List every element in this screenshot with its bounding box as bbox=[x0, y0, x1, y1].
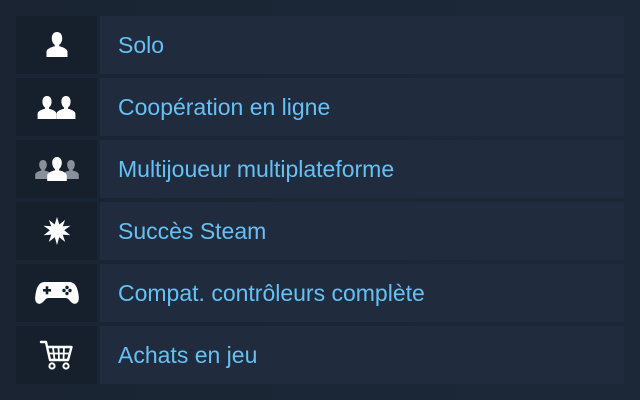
feature-icon-cell bbox=[16, 264, 97, 322]
gamepad-icon bbox=[34, 282, 79, 304]
feature-label-steam-achievements: Succès Steam bbox=[118, 217, 267, 244]
feature-label-cell: Compat. contrôleurs complète bbox=[100, 264, 624, 322]
feature-label-full-controller-support: Compat. contrôleurs complète bbox=[118, 279, 425, 306]
game-features-list: Solo Coopération en ligne Multijoueur mu… bbox=[16, 16, 624, 388]
feature-icon-cell bbox=[16, 78, 97, 136]
feature-label-cross-platform-multiplayer: Multijoueur multiplateforme bbox=[118, 155, 395, 182]
feature-row-full-controller-support[interactable]: Compat. contrôleurs complète bbox=[16, 264, 624, 322]
feature-row-single-player[interactable]: Solo bbox=[16, 16, 624, 74]
feature-icon-cell bbox=[16, 202, 97, 260]
single-player-icon bbox=[46, 32, 67, 57]
feature-row-online-coop[interactable]: Coopération en ligne bbox=[16, 78, 624, 136]
feature-icon-cell bbox=[16, 16, 97, 74]
feature-label-cell: Multijoueur multiplateforme bbox=[100, 140, 624, 198]
feature-row-in-app-purchases[interactable]: Achats en jeu bbox=[16, 326, 624, 384]
feature-row-steam-achievements[interactable]: Succès Steam bbox=[16, 202, 624, 260]
feature-icon-cell bbox=[16, 326, 97, 384]
feature-label-cell: Achats en jeu bbox=[100, 326, 624, 384]
feature-label-single-player: Solo bbox=[118, 31, 165, 58]
steam-achievements-icon bbox=[43, 217, 70, 245]
feature-row-cross-platform-multiplayer[interactable]: Multijoueur multiplateforme bbox=[16, 140, 624, 198]
online-coop-icon bbox=[37, 96, 75, 119]
cross-platform-multiplayer-icon bbox=[34, 157, 79, 181]
feature-icon-cell bbox=[16, 140, 97, 198]
feature-label-cell: Solo bbox=[100, 16, 624, 74]
feature-label-online-coop: Coopération en ligne bbox=[118, 93, 331, 120]
feature-label-cell: Succès Steam bbox=[100, 202, 624, 260]
feature-label-in-app-purchases: Achats en jeu bbox=[118, 341, 258, 368]
shopping-cart-icon bbox=[39, 340, 73, 370]
feature-label-cell: Coopération en ligne bbox=[100, 78, 624, 136]
